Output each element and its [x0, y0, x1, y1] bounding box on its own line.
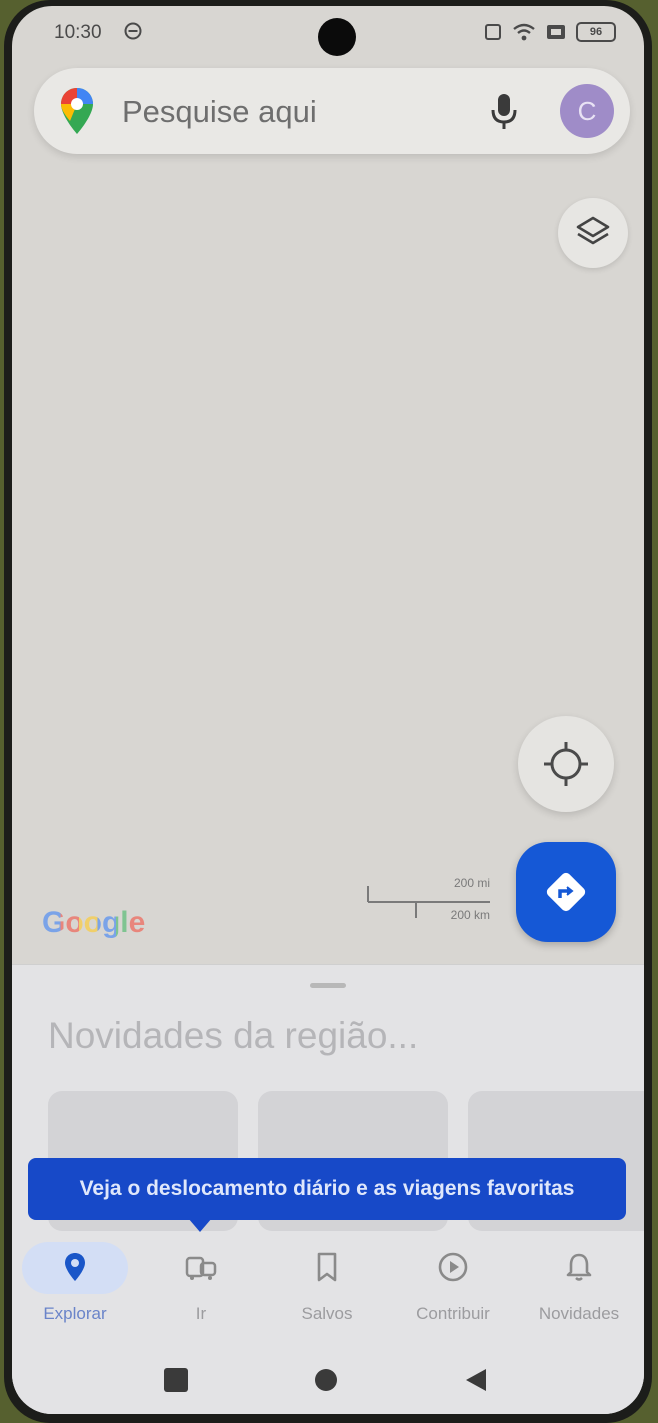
phone-frame: 10:30 96 Pesquise aqui C Google 200 mi 2… — [4, 0, 652, 1423]
google-maps-logo-icon — [61, 88, 93, 134]
layers-icon — [576, 216, 610, 245]
bottom-navigation: Explorar Ir Salvos Contribuir Novidades — [12, 1232, 644, 1342]
search-bar[interactable]: Pesquise aqui C — [34, 68, 630, 154]
nav-label: Ir — [195, 1304, 207, 1323]
search-input[interactable]: Pesquise aqui — [122, 94, 317, 130]
bell-icon — [566, 1253, 592, 1281]
location-pin-icon — [65, 1253, 85, 1281]
back-button[interactable] — [462, 1366, 490, 1394]
status-time: 10:30 — [54, 22, 102, 43]
nfc-icon — [485, 24, 501, 40]
nav-item-contribuir[interactable]: Contribuir — [390, 1232, 516, 1332]
camera-cutout — [318, 18, 356, 56]
directions-icon — [546, 872, 586, 912]
status-icons: 96 — [484, 22, 616, 42]
crosshair-icon — [544, 742, 588, 786]
add-circle-icon — [438, 1252, 468, 1282]
nav-label: Salvos — [301, 1304, 353, 1323]
bookmark-icon — [317, 1252, 337, 1282]
commute-tooltip[interactable]: Veja o deslocamento diário e as viagens … — [28, 1158, 626, 1220]
home-button[interactable] — [315, 1369, 337, 1391]
scale-label-miles: 200 mi — [453, 876, 490, 890]
map-scale: 200 mi 200 km — [360, 876, 490, 926]
google-attribution: Google — [42, 906, 145, 940]
wifi-icon — [513, 23, 535, 41]
account-avatar[interactable]: C — [560, 84, 614, 138]
my-location-button[interactable] — [518, 716, 614, 812]
cast-icon — [547, 25, 565, 39]
google-logo-text: Google — [42, 906, 146, 939]
do-not-disturb-icon — [124, 22, 142, 40]
directions-button[interactable] — [516, 842, 616, 942]
scale-label-km: 200 km — [450, 908, 490, 922]
screen: 10:30 96 Pesquise aqui C Google 200 mi 2… — [12, 6, 644, 1414]
system-navigation-bar — [12, 1354, 644, 1414]
sheet-title: Novidades da região... — [48, 1015, 419, 1056]
nav-label: Explorar — [43, 1304, 107, 1323]
commute-icon — [185, 1256, 217, 1280]
nav-label: Novidades — [538, 1304, 620, 1323]
tooltip-arrow — [188, 1218, 212, 1232]
microphone-icon[interactable] — [486, 90, 522, 132]
battery-icon: 96 — [576, 22, 616, 42]
sheet-drag-handle[interactable] — [310, 983, 346, 988]
nav-item-explorar[interactable]: Explorar — [12, 1232, 138, 1332]
layers-button[interactable] — [558, 198, 628, 268]
nav-item-salvos[interactable]: Salvos — [264, 1232, 390, 1332]
recents-button[interactable] — [164, 1368, 188, 1392]
nav-label: Contribuir — [416, 1304, 490, 1323]
nav-item-ir[interactable]: Ir — [138, 1232, 264, 1332]
nav-item-novidades[interactable]: Novidades — [516, 1232, 642, 1332]
